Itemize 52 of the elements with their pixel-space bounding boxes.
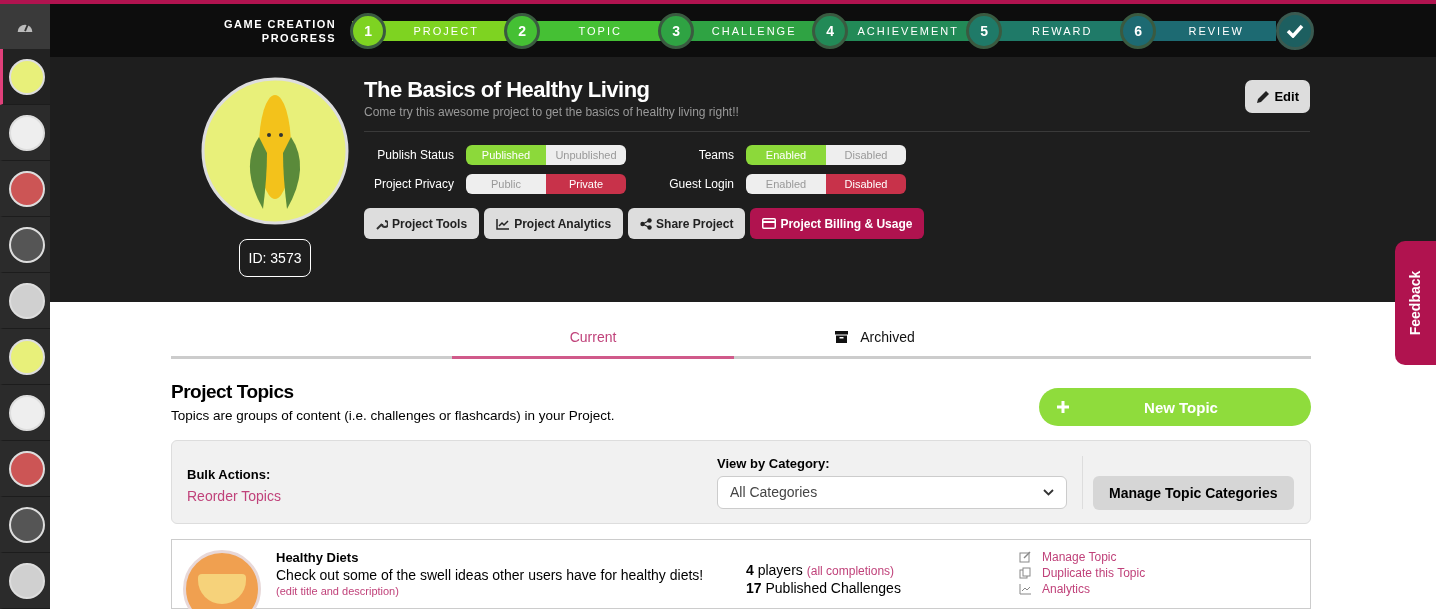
dashboard-button[interactable] xyxy=(0,0,50,50)
topic-name: Healthy Diets xyxy=(276,550,360,565)
project-action-button[interactable]: Project Billing & Usage xyxy=(750,208,925,240)
project-description: Come try this awesome project to get the basics of healthy living right!! xyxy=(364,105,1310,133)
category-label: View by Category: xyxy=(717,455,831,471)
edit-icon xyxy=(1019,551,1032,563)
topic-action-link[interactable]: Analytics xyxy=(1019,582,1146,596)
players-stat: 4 players (all completions) xyxy=(746,562,896,578)
section-subtitle: Topics are groups of content (i.e. challenges or flashcards) in your Project. xyxy=(171,408,615,423)
bulk-actions-label: Bulk Actions: xyxy=(187,466,272,482)
progress-step[interactable]: 6 REVIEW xyxy=(1122,12,1277,49)
setting-label: Publish Status xyxy=(376,148,454,163)
line-chart-icon xyxy=(1019,583,1032,595)
reorder-topics-link[interactable]: Reorder Topics xyxy=(187,487,717,504)
credit-card-icon xyxy=(762,218,777,230)
chevron-down-icon xyxy=(1043,488,1054,496)
copy-icon xyxy=(1019,567,1032,579)
progress-step[interactable]: 4 ACHIEVEMENT xyxy=(814,12,969,49)
project-title: The Basics of Healthy Living xyxy=(364,77,650,104)
archive-box-icon xyxy=(835,331,849,343)
topic-action-link[interactable]: Manage Topic xyxy=(1019,550,1146,564)
edit-button[interactable]: Edit xyxy=(1245,80,1310,114)
topic-description: Check out some of the swell ideas other users have for healthy diets! xyxy=(276,567,705,583)
challenges-stat: 17 Published Challenges xyxy=(746,580,902,596)
project-avatar-item[interactable] xyxy=(0,49,50,106)
progress-step[interactable]: 3 CHALLENGE xyxy=(660,12,815,49)
toggle-option[interactable]: Disabled xyxy=(826,145,906,166)
progress-label: GAME CREATION PROGRESS xyxy=(224,16,337,45)
edit-topic-link[interactable]: (edit title and description) xyxy=(276,585,746,597)
category-select[interactable]: All Categories xyxy=(717,475,1067,509)
toggle-option[interactable]: Private xyxy=(546,174,626,195)
setting-label: Guest Login xyxy=(668,177,734,192)
feedback-tab[interactable]: Feedback xyxy=(1395,241,1436,365)
pencil-icon xyxy=(1256,89,1271,104)
manage-categories-button[interactable]: Manage Topic Categories xyxy=(1093,476,1294,510)
line-chart-icon xyxy=(496,217,511,230)
project-action-button[interactable]: Share Project xyxy=(628,208,746,240)
project-action-button[interactable]: Project Tools xyxy=(364,208,480,240)
setting-label: Project Privacy xyxy=(372,177,454,192)
tab[interactable]: Archived xyxy=(734,320,1016,359)
project-id: ID: 3573 xyxy=(238,239,312,278)
toggle-option[interactable]: Disabled xyxy=(826,174,906,195)
progress-step[interactable]: 5 REWARD xyxy=(968,12,1123,49)
tab[interactable]: Current xyxy=(452,320,734,359)
project-action-button[interactable]: Project Analytics xyxy=(484,208,624,240)
section-title: Project Topics xyxy=(171,381,295,403)
all-completions-link[interactable]: (all completions) xyxy=(806,564,895,578)
topic-action-link[interactable]: Duplicate this Topic xyxy=(1019,566,1146,580)
setting-label: Teams xyxy=(697,148,734,163)
share-icon xyxy=(640,217,653,230)
plus-icon xyxy=(1057,401,1069,413)
check-icon xyxy=(1276,11,1315,50)
